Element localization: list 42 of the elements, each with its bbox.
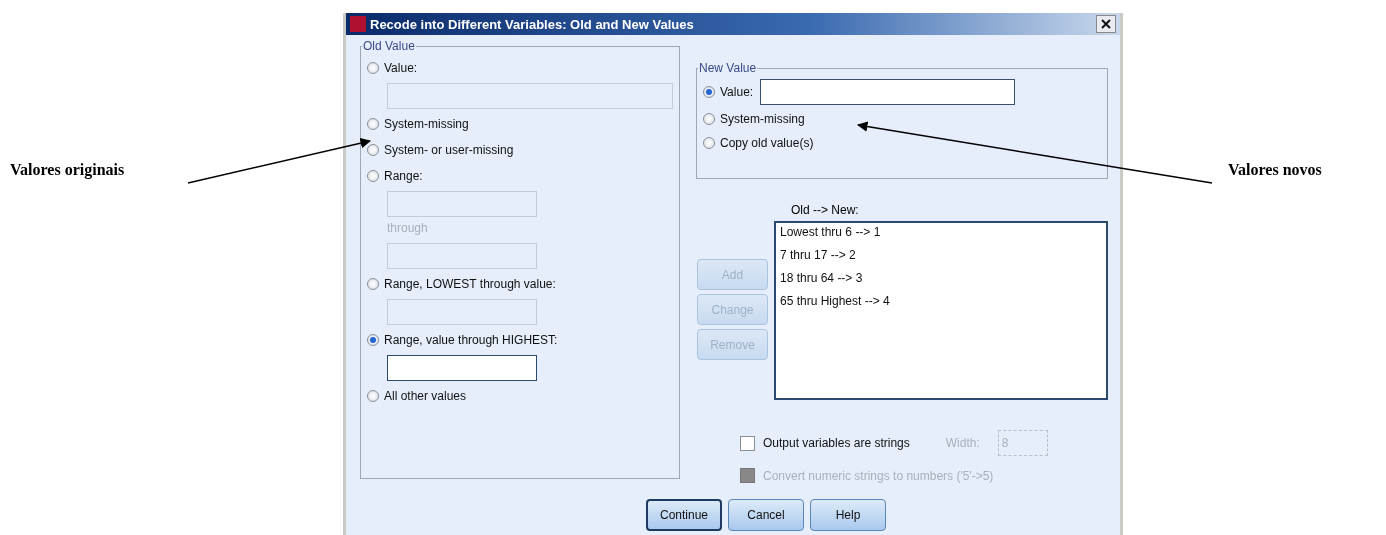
- option-label: All other values: [384, 389, 467, 403]
- list-item[interactable]: 18 thru 64 --> 3: [780, 271, 1102, 289]
- option-label: Value:: [384, 61, 418, 75]
- through-label: through: [387, 221, 429, 237]
- radio-button[interactable]: [367, 390, 379, 402]
- input-field[interactable]: [387, 355, 537, 381]
- radio-button[interactable]: [367, 170, 379, 182]
- list-label: Old --> New:: [791, 203, 860, 217]
- option-label: System-missing: [384, 117, 469, 131]
- dialog-button[interactable]: Help: [810, 499, 886, 531]
- option-label: Range:: [384, 169, 423, 183]
- checkbox[interactable]: [740, 435, 755, 451]
- dialog-button[interactable]: Cancel: [728, 499, 804, 531]
- dialog-button[interactable]: Continue: [646, 499, 722, 531]
- checkbox-label: Output variables are strings: [763, 436, 910, 450]
- close-icon: [1101, 19, 1111, 29]
- radio-button[interactable]: [703, 86, 715, 98]
- option-label: Range, value through HIGHEST:: [384, 333, 558, 347]
- option-label: Value:: [720, 85, 754, 99]
- group-title: New Value: [698, 61, 758, 75]
- window-title: Recode into Different Variables: Old and New Values: [370, 16, 695, 32]
- list-item[interactable]: Lowest thru 6 --> 1: [780, 225, 1102, 243]
- checkbox-label: Convert numeric strings to numbers ('5'->5): [763, 468, 994, 483]
- radio-button[interactable]: [367, 334, 379, 346]
- width-label: Width:: [945, 436, 980, 450]
- option-label: Range, LOWEST through value:: [384, 277, 556, 291]
- radio-button[interactable]: [367, 118, 379, 130]
- radio-button[interactable]: [367, 62, 379, 74]
- value-field[interactable]: [760, 79, 1016, 105]
- list-item[interactable]: 7 thru 17 --> 2: [780, 248, 1102, 266]
- radio-button[interactable]: [703, 113, 715, 125]
- option-label: System- or user-missing: [384, 143, 514, 157]
- radio-button[interactable]: [367, 144, 379, 156]
- radio-button[interactable]: [703, 137, 715, 149]
- annotation-label: Valores novos: [1228, 161, 1323, 179]
- option-label: Copy old value(s): [720, 136, 814, 150]
- list-item[interactable]: 65 thru Highest --> 4: [780, 294, 1102, 312]
- option-label: System-missing: [720, 112, 805, 126]
- radio-button[interactable]: [367, 278, 379, 290]
- close-button[interactable]: [1096, 15, 1116, 33]
- annotation-label: Valores originais: [10, 161, 126, 179]
- group-title: Old Value: [362, 39, 416, 53]
